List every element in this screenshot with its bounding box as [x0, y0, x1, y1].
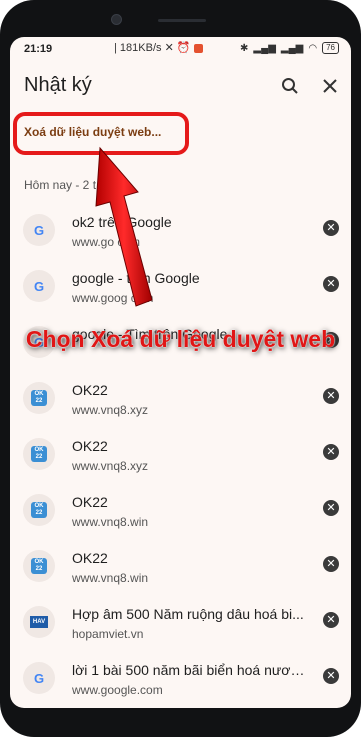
annotation-caption: Chọn Xoá dữ liệu duyệt web	[25, 326, 336, 352]
annotation-arrow-icon	[95, 146, 153, 307]
phone-frame: 21:19 | 181KB/s ✕ ⏰ ✱ ▂▄▆ ▂▄▆ ◠ 76 Nhật …	[0, 0, 361, 737]
